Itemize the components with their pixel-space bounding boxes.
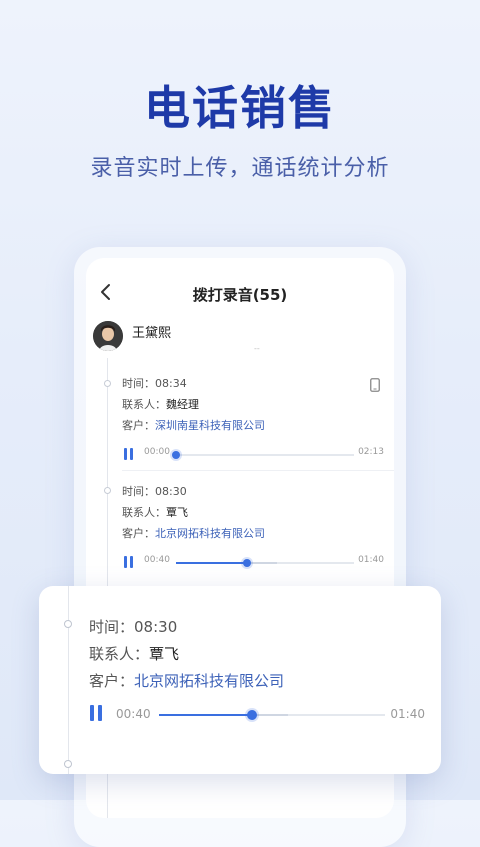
- record-item[interactable]: 时间：08:30 联系人：覃飞 客户：北京网拓科技有限公司 00:40 01:4…: [122, 481, 394, 574]
- record-contact: 联系人：魏经理: [122, 394, 394, 415]
- contact-value: 覃飞: [166, 506, 188, 519]
- progress-track[interactable]: [176, 559, 354, 567]
- progress-knob[interactable]: [172, 451, 180, 459]
- pause-icon[interactable]: [90, 705, 104, 723]
- progress-fill: [176, 562, 248, 564]
- time-total: 01:40: [390, 707, 425, 721]
- contact-label: 联系人：: [89, 645, 150, 663]
- contact-value: 魏经理: [166, 398, 199, 411]
- client-label: 客户：: [89, 672, 135, 690]
- time-current: 00:40: [144, 555, 170, 565]
- contact-value: 覃飞: [149, 645, 180, 663]
- time-total: 02:13: [358, 447, 384, 457]
- timeline-dot: [104, 380, 111, 387]
- divider: [122, 470, 394, 471]
- time-label: 时间：: [89, 618, 135, 636]
- timeline-line: [68, 586, 69, 774]
- progress-fill: [159, 714, 252, 716]
- client-label: 客户：: [122, 527, 155, 540]
- card-contact: 联系人：覃飞: [89, 643, 179, 664]
- record-contact: 联系人：覃飞: [122, 502, 394, 523]
- time-value: 08:30: [134, 618, 178, 636]
- time-label: 时间：: [122, 377, 155, 390]
- time-current: 00:00: [144, 447, 170, 457]
- client-link[interactable]: 北京网拓科技有限公司: [155, 527, 265, 540]
- user-name: 王黛熙: [132, 326, 172, 341]
- card-time: 时间：08:30: [89, 616, 177, 637]
- pause-icon[interactable]: [124, 556, 134, 568]
- audio-player: 00:00 02:13: [122, 442, 394, 466]
- time-value: 08:30: [155, 485, 187, 498]
- client-link[interactable]: 北京网拓科技有限公司: [134, 672, 284, 690]
- progress-knob[interactable]: [243, 559, 252, 567]
- time-label: 时间：: [122, 485, 155, 498]
- client-label: 客户：: [122, 419, 155, 432]
- card-client: 客户：北京网拓科技有限公司: [89, 670, 284, 691]
- nav-bar: 拨打录音(55): [86, 258, 394, 328]
- pause-icon[interactable]: [124, 448, 134, 460]
- progress-track[interactable]: [159, 710, 385, 720]
- record-time: 时间：08:34: [122, 373, 394, 394]
- record-time: 时间：08:30: [122, 481, 394, 502]
- record-item[interactable]: 时间：08:34 联系人：魏经理 客户：深圳南星科技有限公司 00:00 02:…: [122, 373, 394, 466]
- page-title: 电话销售: [144, 81, 336, 135]
- avatar-image: [93, 321, 123, 351]
- time-value: 08:34: [155, 377, 187, 390]
- avatar[interactable]: [93, 321, 123, 351]
- timeline-dot: [104, 487, 111, 494]
- time-total: 01:40: [358, 555, 384, 565]
- time-current: 00:40: [116, 707, 151, 721]
- timeline-dot: [64, 760, 72, 768]
- separator-dots: --: [254, 344, 260, 353]
- record-client: 客户：深圳南星科技有限公司: [122, 415, 394, 436]
- timeline-dot: [64, 620, 72, 628]
- audio-player: 00:40 01:40: [122, 550, 394, 574]
- progress-knob[interactable]: [246, 710, 257, 720]
- contact-label: 联系人：: [122, 398, 166, 411]
- page-subtitle: 录音实时上传，通话统计分析: [90, 156, 390, 181]
- record-card-enlarged[interactable]: 时间：08:30 联系人：覃飞 客户：北京网拓科技有限公司 00:40 01:4…: [39, 586, 441, 774]
- record-client: 客户：北京网拓科技有限公司: [122, 523, 394, 544]
- contact-label: 联系人：: [122, 506, 166, 519]
- client-link[interactable]: 深圳南星科技有限公司: [155, 419, 265, 432]
- nav-title: 拨打录音(55): [192, 286, 288, 304]
- progress-track[interactable]: [172, 451, 354, 459]
